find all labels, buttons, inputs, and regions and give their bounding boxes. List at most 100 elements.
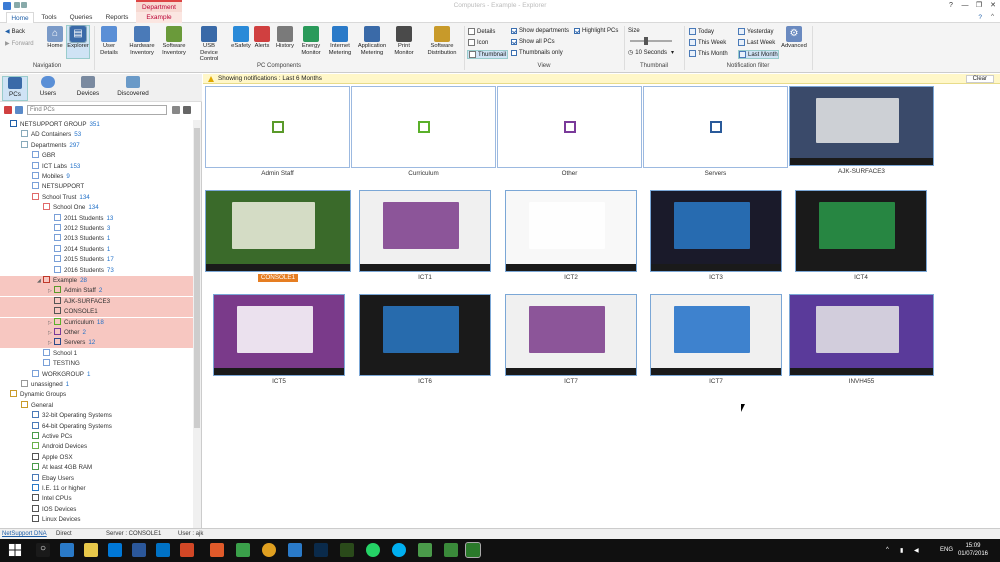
- start-button[interactable]: [8, 543, 22, 557]
- list-view-icon[interactable]: [172, 106, 180, 114]
- software-distribution-button[interactable]: Software Distribution: [424, 26, 460, 56]
- tree-scrollbar[interactable]: [193, 120, 201, 528]
- word-icon[interactable]: [132, 543, 146, 557]
- app-icon[interactable]: [210, 543, 224, 557]
- energy-monitor-button[interactable]: Energy Monitor: [298, 26, 324, 56]
- home-button[interactable]: ⌂ Home: [44, 26, 66, 50]
- maximize-button[interactable]: ❐: [972, 0, 986, 12]
- tree-item[interactable]: Intel CPUs: [0, 494, 193, 504]
- find-pcs-input[interactable]: Find PCs: [27, 105, 167, 115]
- view-icon-option[interactable]: Icon: [468, 39, 488, 46]
- tree-item[interactable]: 2013 Students 1: [0, 234, 193, 244]
- pc-thumbnail[interactable]: ICT6: [359, 294, 491, 386]
- tree-item[interactable]: Ebay Users: [0, 473, 193, 484]
- tree-item[interactable]: 2016 Students 73: [0, 265, 193, 276]
- netsupport-icon[interactable]: [418, 543, 432, 557]
- minimize-button[interactable]: —: [958, 0, 972, 12]
- tree-item[interactable]: Active PCs: [0, 432, 193, 442]
- tab-tools[interactable]: Tools: [36, 12, 62, 23]
- clock[interactable]: 15:09 01/07/2016: [958, 542, 988, 558]
- photoshop-icon[interactable]: [314, 543, 328, 557]
- chrome-icon[interactable]: [262, 543, 276, 557]
- tab-example[interactable]: Example: [136, 12, 182, 23]
- pc-filter-icon[interactable]: [15, 106, 23, 114]
- skype-icon[interactable]: [392, 543, 406, 557]
- tab-queries[interactable]: Queries: [64, 12, 98, 23]
- store-icon[interactable]: [108, 543, 122, 557]
- tree-item[interactable]: Mobiles 9: [0, 172, 193, 182]
- language-indicator[interactable]: ENG: [940, 547, 953, 553]
- print-monitor-button[interactable]: Print Monitor: [390, 26, 418, 56]
- nav-discovered-button[interactable]: Discovered: [114, 76, 152, 97]
- refresh-interval-dropdown[interactable]: ◷ 10 Seconds ▾: [628, 49, 674, 57]
- tree-item[interactable]: School 1: [0, 348, 193, 359]
- show-all-pcs-checkbox[interactable]: Show all PCs: [511, 39, 555, 45]
- tree-item[interactable]: GBR: [0, 151, 193, 161]
- tree-item[interactable]: School Trust 134: [0, 192, 193, 203]
- pc-thumbnail[interactable]: ICT4: [795, 190, 927, 282]
- thumbnail-size-slider[interactable]: [630, 37, 672, 45]
- netsupport-dna-icon[interactable]: [465, 542, 481, 558]
- software-inventory-button[interactable]: Software Inventory: [160, 26, 188, 56]
- forward-button[interactable]: ▶ Forward: [5, 40, 34, 48]
- filter-today[interactable]: Today: [689, 28, 714, 35]
- file-explorer-icon[interactable]: [84, 543, 98, 557]
- photos-icon[interactable]: [236, 543, 250, 557]
- application-metering-button[interactable]: Application Metering: [356, 26, 388, 56]
- department-tile[interactable]: Admin Staff: [205, 86, 350, 178]
- tree-item[interactable]: Dynamic Groups: [0, 390, 193, 400]
- tree-item[interactable]: TESTING: [0, 359, 193, 369]
- tree-item[interactable]: AD Containers 53: [0, 130, 193, 140]
- pc-thumbnail[interactable]: ICT2: [505, 190, 637, 282]
- tree-item[interactable]: At least 4GB RAM: [0, 463, 193, 473]
- options-icon[interactable]: [183, 106, 191, 114]
- pc-thumbnail[interactable]: ICT5: [213, 294, 345, 386]
- tree-item[interactable]: unassigned 1: [0, 380, 193, 390]
- filter-yesterday[interactable]: Yesterday: [738, 28, 773, 35]
- dna-link[interactable]: NetSupport DNA: [2, 529, 47, 539]
- esafety-button[interactable]: eSafety: [230, 26, 252, 50]
- tree-item[interactable]: NETSUPPORT: [0, 182, 193, 192]
- whatsapp-icon[interactable]: [366, 543, 380, 557]
- hardware-inventory-button[interactable]: Hardware Inventory: [128, 26, 156, 56]
- tree-item[interactable]: General: [0, 400, 193, 411]
- search-icon[interactable]: ○: [36, 543, 50, 557]
- tree-item[interactable]: Android Devices: [0, 442, 193, 452]
- tree-item[interactable]: WORKGROUP 1: [0, 369, 193, 380]
- tab-reports[interactable]: Reports: [100, 12, 134, 23]
- department-tile[interactable]: Curriculum: [351, 86, 496, 178]
- thumbnails-only-checkbox[interactable]: Thumbnails only: [511, 50, 563, 56]
- tree-item[interactable]: CONSOLE1: [0, 307, 193, 318]
- filter-last-week[interactable]: Last Week: [738, 39, 775, 46]
- tree-item[interactable]: ICT Labs 153: [0, 161, 193, 172]
- tree-item[interactable]: ▷ Curriculum 18: [0, 317, 193, 328]
- pc-thumbnail[interactable]: ICT7: [650, 294, 782, 386]
- tree-item[interactable]: ▷ Admin Staff 2: [0, 286, 193, 297]
- tab-home[interactable]: Home: [6, 12, 34, 23]
- powerpoint-icon[interactable]: [180, 543, 194, 557]
- alerts-button[interactable]: Alerts: [252, 26, 272, 50]
- internet-metering-button[interactable]: Internet Metering: [326, 26, 354, 56]
- tree-item[interactable]: 32-bit Operating Systems: [0, 411, 193, 421]
- close-button[interactable]: ✕: [986, 0, 1000, 12]
- explorer-button[interactable]: ▤ Explorer: [66, 25, 90, 59]
- view-thumbnail-option[interactable]: Thumbnail: [467, 50, 509, 59]
- tree-item[interactable]: Apple OSX: [0, 452, 193, 463]
- collapse-ribbon-icon[interactable]: ^: [991, 13, 994, 20]
- help-icon[interactable]: ?: [944, 0, 958, 12]
- tray-chevron-icon[interactable]: ^: [886, 547, 889, 553]
- pc-thumbnail[interactable]: ICT1: [359, 190, 491, 282]
- show-departments-checkbox[interactable]: Show departments: [511, 28, 569, 34]
- history-button[interactable]: History: [274, 26, 296, 50]
- tree-item[interactable]: IOS Devices: [0, 504, 193, 515]
- tree-item[interactable]: 2011 Students 13: [0, 213, 193, 224]
- highlight-pcs-checkbox[interactable]: Highlight PCs: [574, 28, 618, 34]
- tree-item[interactable]: 2012 Students 3: [0, 224, 193, 234]
- department-tile[interactable]: Other: [497, 86, 642, 178]
- volume-icon[interactable]: ◀: [914, 547, 919, 554]
- slider-handle[interactable]: [644, 37, 648, 45]
- tree-item[interactable]: 64-bit Operating Systems: [0, 421, 193, 432]
- netsupport-console-icon[interactable]: [444, 543, 458, 557]
- tree-item[interactable]: NETSUPPORT GROUP 351: [0, 120, 193, 130]
- dreamweaver-icon[interactable]: [340, 543, 354, 557]
